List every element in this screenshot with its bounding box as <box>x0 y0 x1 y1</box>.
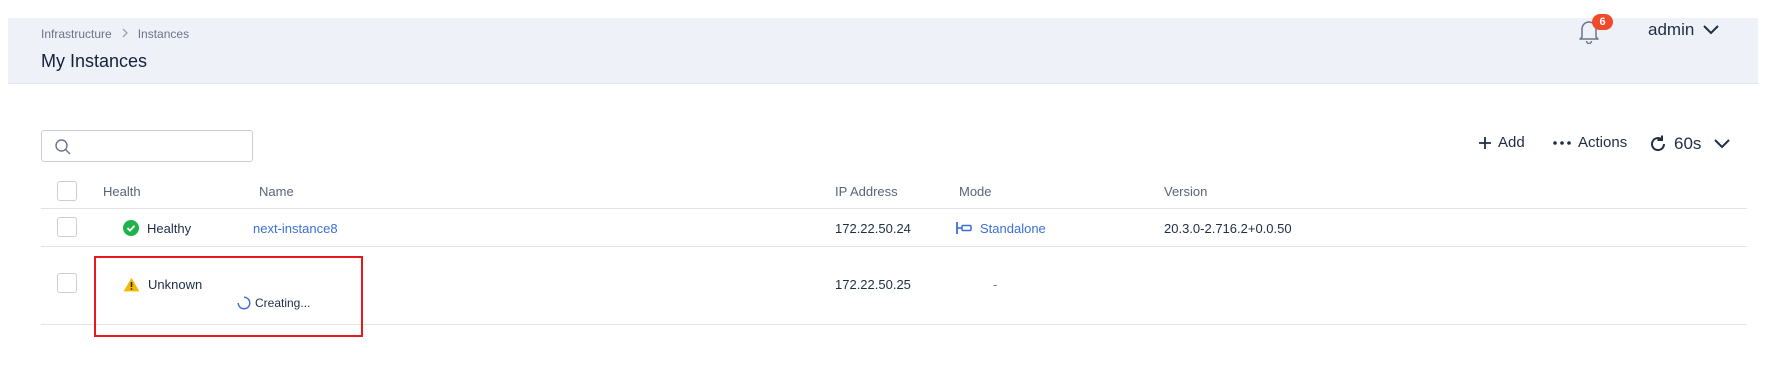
breadcrumb-item-instances: Instances <box>137 27 190 41</box>
chevron-down-icon <box>1703 25 1720 35</box>
search-icon <box>55 139 71 155</box>
instance-name-link[interactable]: next-instance8 <box>253 209 338 247</box>
health-label: Healthy <box>147 220 192 236</box>
column-ip-address[interactable]: IP Address <box>835 174 898 209</box>
standalone-mode-icon <box>956 222 972 234</box>
add-button[interactable]: Add <box>1478 134 1525 151</box>
table-header: Health Name IP Address Mode Version <box>41 174 1747 209</box>
refresh-interval-value: 60s <box>1674 134 1702 153</box>
search-input[interactable] <box>80 135 245 157</box>
actions-label: Actions <box>1578 134 1628 151</box>
breadcrumb-item-infrastructure[interactable]: Infrastructure <box>41 27 112 41</box>
mode[interactable]: Standalone <box>955 209 1046 247</box>
ip-address: 172.22.50.25 <box>835 276 911 292</box>
ip-address: 172.22.50.24 <box>835 220 911 236</box>
chevron-down-icon <box>1714 139 1731 149</box>
add-label: Add <box>1498 134 1525 151</box>
breadcrumb: Infrastructure Instances <box>41 27 189 41</box>
actions-button[interactable]: Actions <box>1552 134 1627 151</box>
column-mode[interactable]: Mode <box>959 174 992 209</box>
check-circle-icon <box>123 220 139 236</box>
search-box[interactable] <box>41 130 253 162</box>
table-row[interactable]: Healthy next-instance8 172.22.50.24 Stan… <box>41 209 1747 247</box>
highlight-box <box>94 256 363 337</box>
column-version[interactable]: Version <box>1164 174 1207 209</box>
page-title: My Instances <box>41 51 148 71</box>
user-menu[interactable]: admin <box>1648 20 1720 40</box>
notification-badge: 6 <box>1592 14 1613 30</box>
version: 20.3.0-2.716.2+0.0.50 <box>1164 220 1292 236</box>
column-health[interactable]: Health <box>103 174 141 209</box>
mode-label: Standalone <box>980 220 1046 236</box>
username: admin <box>1648 20 1695 39</box>
mode: - <box>993 276 998 292</box>
refresh-interval-dropdown[interactable]: 60s <box>1648 134 1731 154</box>
plus-icon <box>1479 136 1491 149</box>
health-status: Healthy <box>123 209 191 247</box>
column-name[interactable]: Name <box>259 174 294 209</box>
row-checkbox[interactable] <box>57 273 77 293</box>
more-dots-icon <box>1553 140 1571 145</box>
row-checkbox[interactable] <box>57 217 77 237</box>
chevron-right-icon <box>121 28 129 41</box>
select-all-checkbox[interactable] <box>57 181 77 201</box>
refresh-icon <box>1651 135 1666 152</box>
page-header: Infrastructure Instances My Instances <box>8 18 1758 84</box>
